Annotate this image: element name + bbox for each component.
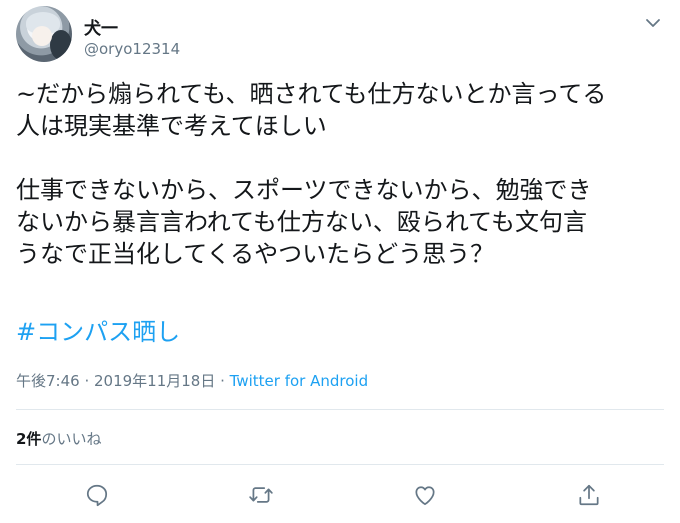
share-icon[interactable] [576, 482, 602, 508]
display-name[interactable]: 犬一 [84, 14, 118, 39]
avatar[interactable] [16, 6, 72, 62]
meta-separator: · [79, 372, 94, 390]
hashtag-link[interactable]: #コンパス晒し [16, 316, 180, 348]
divider [16, 409, 664, 410]
divider [16, 464, 664, 465]
action-bar [0, 478, 680, 518]
heart-icon[interactable] [412, 482, 438, 508]
avatar-face [32, 26, 52, 46]
likes-summary[interactable]: 2件のいいね [16, 428, 101, 449]
user-handle[interactable]: @oryo12314 [84, 40, 180, 58]
reply-icon[interactable] [84, 482, 110, 508]
likes-label: のいいね [41, 430, 102, 448]
tweet-text: ~だから煽られても、晒されても仕方ないとか言ってる 人は現実基準で考えてほしい … [16, 80, 607, 268]
likes-count: 2件 [16, 430, 42, 448]
tweet-time: 午後7:46 [16, 372, 80, 390]
retweet-icon[interactable] [248, 482, 274, 508]
chevron-down-icon[interactable] [644, 14, 662, 32]
meta-separator: · [215, 372, 230, 390]
avatar-tail [50, 30, 72, 60]
tweet-meta: 午後7:46 · 2019年11月18日 · Twitter for Andro… [16, 370, 368, 391]
tweet-source-link[interactable]: Twitter for Android [230, 372, 368, 390]
tweet-date: 2019年11月18日 [94, 372, 216, 390]
tweet-header: 犬一 @oryo12314 [16, 6, 664, 66]
